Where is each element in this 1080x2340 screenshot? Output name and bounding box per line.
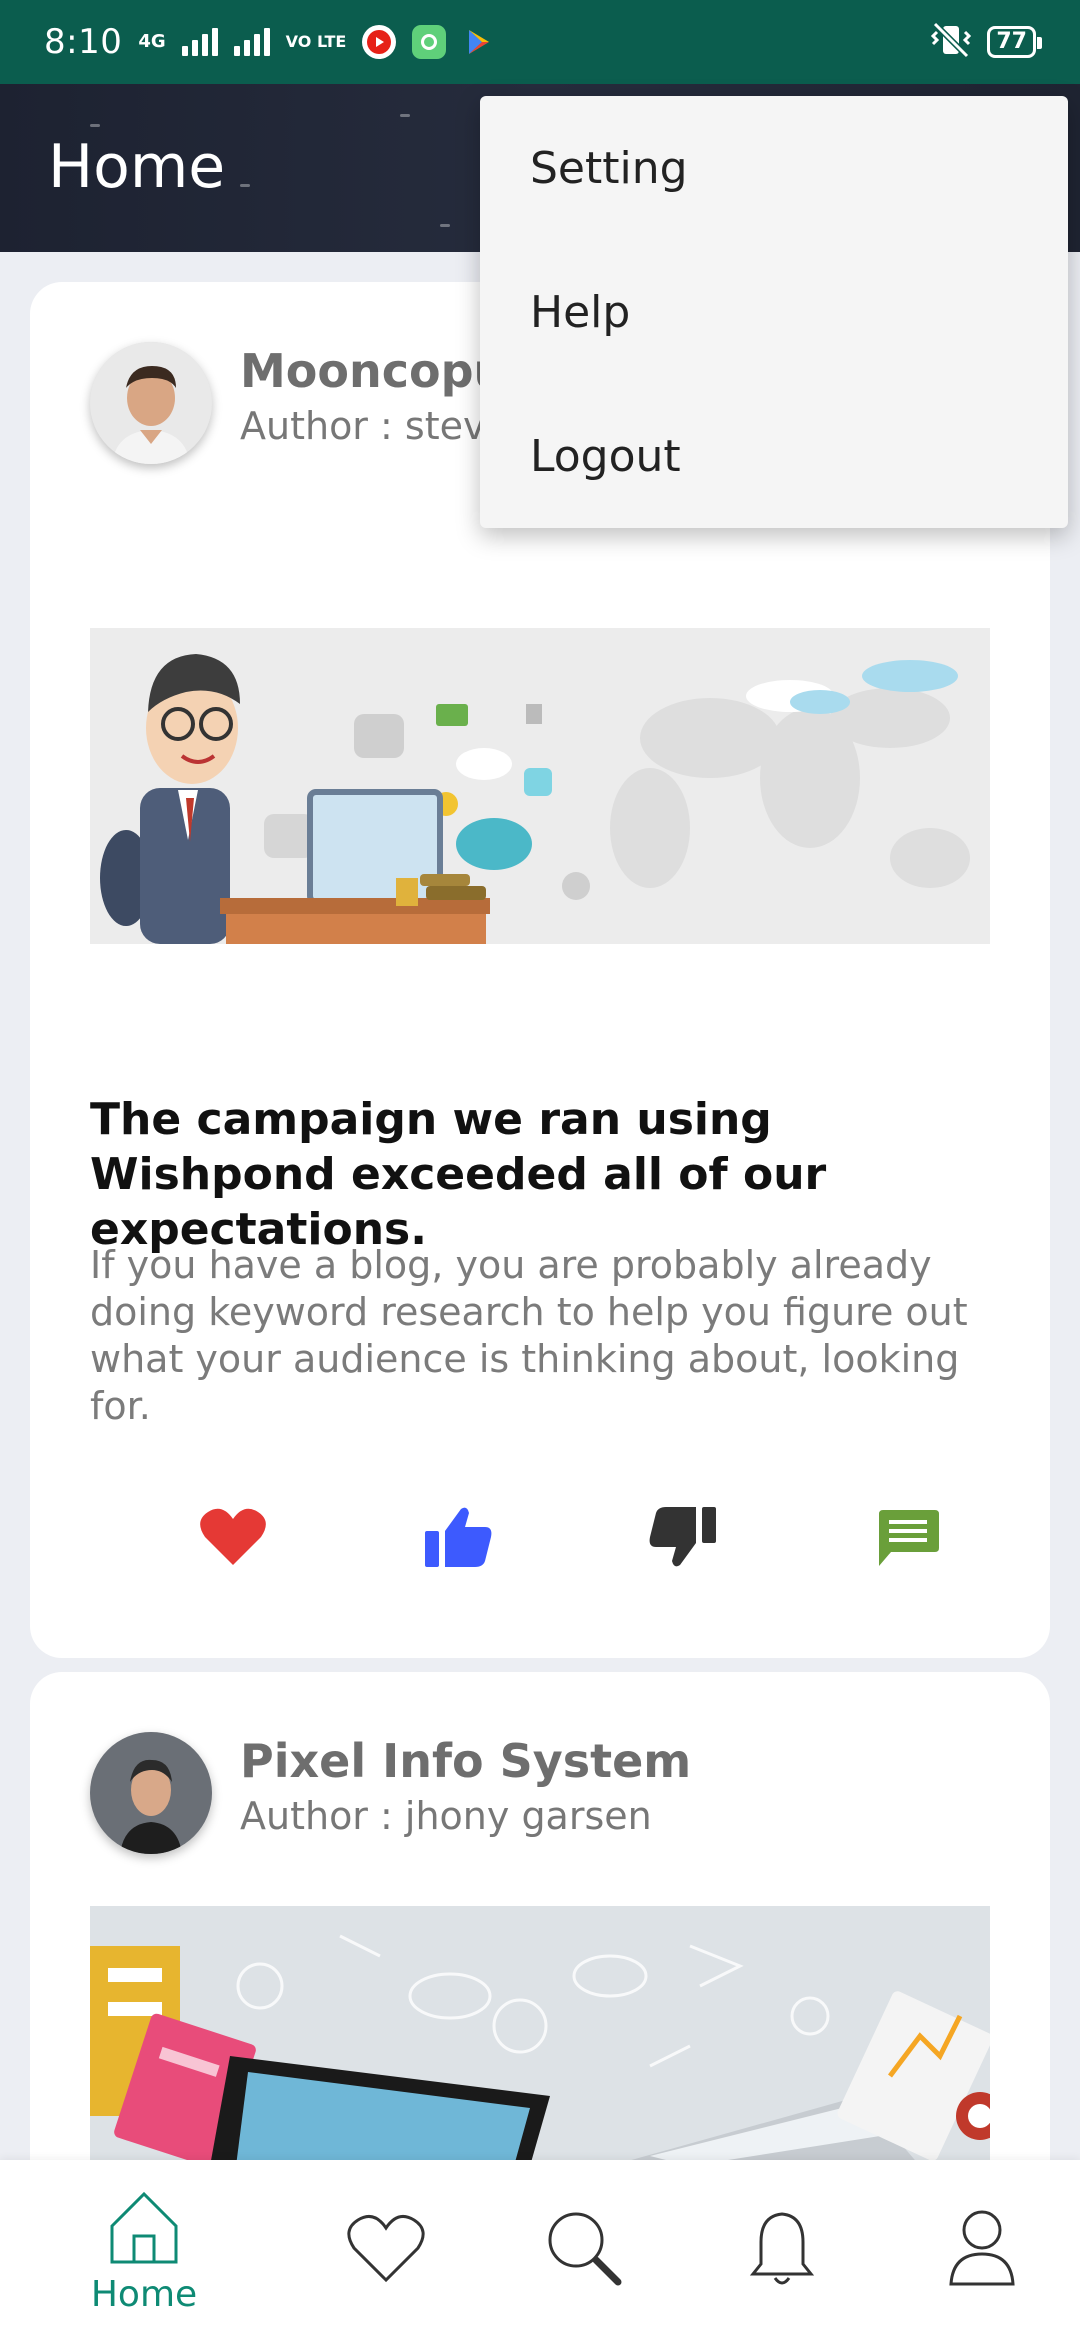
heart-outline-icon — [346, 2212, 426, 2288]
menu-item-logout[interactable]: Logout — [480, 384, 1068, 528]
post-banner-image[interactable] — [90, 1906, 990, 2166]
thumbs-up-icon[interactable] — [413, 1492, 503, 1582]
author-avatar[interactable] — [90, 1732, 212, 1854]
volte-indicator: VO LTE — [285, 32, 347, 51]
profile-icon — [947, 2208, 1017, 2292]
bottom-navigation: Home — [0, 2160, 1080, 2340]
status-left: 8:10 4G VO LTE — [44, 22, 496, 62]
post-banner-image[interactable] — [90, 628, 990, 944]
chat-app-icon — [412, 25, 447, 59]
status-bar: 8:10 4G VO LTE 77 — [0, 0, 1080, 84]
status-right: 77 — [931, 21, 1042, 62]
thumbs-down-icon[interactable] — [638, 1492, 728, 1582]
menu-item-help[interactable]: Help — [480, 240, 1068, 384]
nav-notifications[interactable] — [674, 2160, 890, 2340]
play-store-icon — [462, 25, 496, 59]
author-avatar[interactable] — [90, 342, 212, 464]
post-author-name[interactable]: Pixel Info System — [240, 1734, 691, 1788]
search-icon — [544, 2208, 624, 2292]
comment-icon[interactable] — [863, 1492, 953, 1582]
nav-profile[interactable] — [874, 2160, 1080, 2340]
post-excerpt: If you have a blog, you are probably alr… — [90, 1243, 968, 1428]
post-headline[interactable]: The campaign we ran using Wishpond excee… — [90, 1092, 990, 1257]
post-author-line: Author : steve — [240, 404, 509, 448]
youtube-icon — [362, 25, 397, 59]
nav-home[interactable]: Home — [36, 2160, 252, 2340]
status-time: 8:10 — [44, 22, 123, 62]
menu-item-setting[interactable]: Setting — [480, 96, 1068, 240]
page-title: Home — [48, 132, 226, 202]
network-type: 4G — [138, 31, 166, 52]
post-author-line: Author : jhony garsen — [240, 1794, 652, 1838]
home-icon — [104, 2186, 184, 2270]
vibrate-icon — [931, 21, 972, 62]
overflow-menu: Setting Help Logout — [480, 96, 1068, 528]
post-actions — [30, 1492, 1050, 1582]
post-author-name[interactable]: Mooncopu — [240, 344, 506, 398]
nav-search[interactable] — [476, 2160, 692, 2340]
nav-home-label: Home — [90, 2273, 198, 2315]
signal-icon-2 — [233, 28, 270, 56]
bell-icon — [747, 2208, 817, 2292]
battery-indicator: 77 — [987, 26, 1042, 58]
heart-icon[interactable] — [188, 1492, 278, 1582]
signal-icon — [181, 28, 218, 56]
nav-favorites[interactable] — [278, 2160, 494, 2340]
